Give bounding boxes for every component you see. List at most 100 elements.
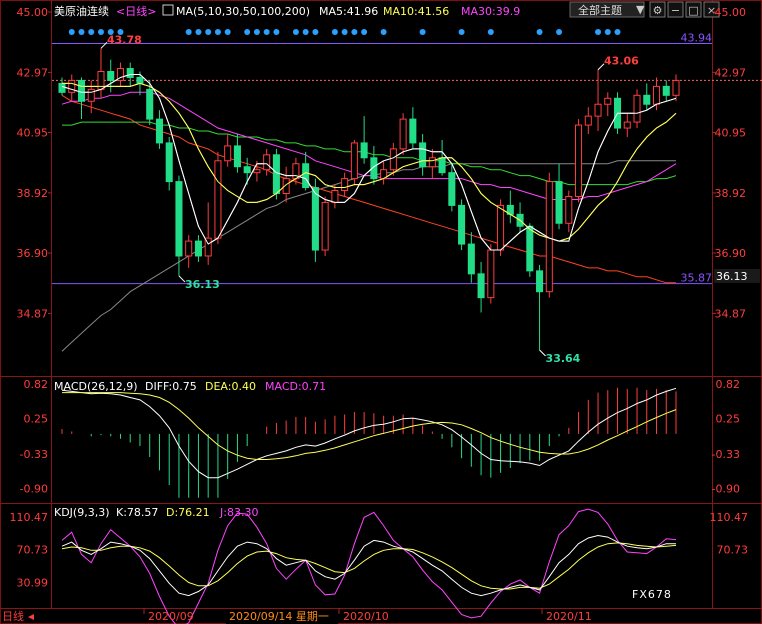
candle-body xyxy=(77,79,86,102)
candle xyxy=(77,77,86,120)
candle-body xyxy=(526,225,534,272)
macd-y-tick-right: -0.33 xyxy=(712,448,740,461)
ma-toggle-box[interactable] xyxy=(162,4,174,16)
candle-body xyxy=(146,88,154,120)
candle xyxy=(331,184,339,209)
event-marker-dot[interactable] xyxy=(536,29,543,35)
ma5-value: MA5:41.96 xyxy=(319,5,378,18)
candle-body xyxy=(399,118,407,150)
candle-body xyxy=(224,145,232,162)
event-marker-dot[interactable] xyxy=(195,29,202,35)
candle xyxy=(662,80,670,102)
event-marker-dot[interactable] xyxy=(205,29,212,35)
ma10-line xyxy=(62,82,677,242)
minimize-button[interactable]: − xyxy=(667,1,684,18)
candle-body xyxy=(652,85,661,105)
kdj-d-line xyxy=(61,542,677,590)
event-marker-dot[interactable] xyxy=(419,29,426,35)
macd-dea-value: DEA:0.40 xyxy=(205,380,256,393)
minimize-icon[interactable]: − xyxy=(671,4,680,17)
kdj-k-value: K:78.57 xyxy=(116,506,158,519)
event-marker-dot[interactable] xyxy=(614,29,621,35)
theme-button-label[interactable]: 全部主题 xyxy=(578,3,622,17)
candle-body xyxy=(272,154,280,194)
event-marker-dot[interactable] xyxy=(273,29,280,35)
event-marker-dot[interactable] xyxy=(78,29,85,35)
candle-body xyxy=(175,181,183,257)
candle xyxy=(233,133,241,173)
event-marker-dot[interactable] xyxy=(458,29,465,35)
candle xyxy=(107,59,115,93)
event-marker-dot[interactable] xyxy=(341,29,348,35)
macd-y-tick-left: 0.25 xyxy=(24,413,49,426)
event-marker-dot[interactable] xyxy=(224,29,231,35)
restore-button[interactable]: □ xyxy=(685,1,702,18)
annotation-label: 33.64 xyxy=(546,352,581,365)
candle xyxy=(467,232,475,283)
ma30-value: MA30:39.9 xyxy=(461,5,520,18)
event-marker-dot[interactable] xyxy=(331,29,338,35)
price-header: 美原油连续 <日线> MA(5,10,30,50,100,200) MA5:41.96… xyxy=(54,4,520,18)
macd-hist-value: MACD:0.71 xyxy=(265,380,326,393)
candle xyxy=(243,157,251,185)
ma5-line xyxy=(61,74,677,251)
candle-body xyxy=(107,71,115,81)
event-marker-dot[interactable] xyxy=(604,29,611,35)
event-marker-dot[interactable] xyxy=(380,29,387,35)
kdj-y-tick-left: 110.47 xyxy=(10,511,49,524)
event-marker-dot[interactable] xyxy=(487,29,494,35)
event-marker-dot[interactable] xyxy=(351,29,358,35)
theme-dropdown-icon[interactable]: ▼ xyxy=(636,3,645,16)
kdj-y-tick-right: 70.73 xyxy=(717,544,749,557)
candle-body xyxy=(341,178,349,192)
restore-icon[interactable]: □ xyxy=(688,4,698,17)
event-marker-dot[interactable] xyxy=(244,29,251,35)
candle-body xyxy=(643,94,651,105)
kdj-y-tick-left: 30.99 xyxy=(17,576,49,589)
event-marker-dot[interactable] xyxy=(253,29,260,35)
event-marker-dot[interactable] xyxy=(214,29,221,35)
kdj-j-line xyxy=(61,508,677,624)
event-marker-dot[interactable] xyxy=(88,29,95,35)
candle-body xyxy=(575,124,583,197)
candle-body xyxy=(477,273,485,299)
macd-y-tick-left: -0.90 xyxy=(20,483,48,496)
event-marker-dot[interactable] xyxy=(312,29,319,35)
candle xyxy=(155,110,163,149)
event-marker-dot[interactable] xyxy=(595,29,602,35)
event-marker-dot[interactable] xyxy=(361,29,368,35)
candle-body xyxy=(467,243,475,275)
event-marker-dot[interactable] xyxy=(185,29,192,35)
watermark-logo: FX678 xyxy=(632,588,672,601)
cursor-date-label: 2020/09/14 星期一 xyxy=(229,610,329,623)
candle-body xyxy=(419,142,427,168)
candle-body xyxy=(536,270,544,293)
current-price-value: 36.13 xyxy=(716,270,748,283)
candle xyxy=(458,199,466,251)
theme-toolbar[interactable]: 全部主题 ▼ xyxy=(569,1,645,18)
settings-button[interactable]: ⚙ xyxy=(649,1,666,18)
candle xyxy=(165,136,173,191)
price-reference-lines: 43.94 35.87 xyxy=(52,32,712,285)
macd-dea-line xyxy=(62,392,677,460)
event-marker-dot[interactable] xyxy=(302,29,309,35)
kdj-j-value: J:83.30 xyxy=(219,506,258,519)
kdj-d-value: D:76.21 xyxy=(166,506,210,519)
event-marker-dot[interactable] xyxy=(68,29,75,35)
macd-y-tick-right: -0.90 xyxy=(712,483,740,496)
scroll-left-icon[interactable] xyxy=(28,614,34,620)
candle xyxy=(565,190,573,233)
symbol-name: 美原油连续 xyxy=(54,4,109,18)
moving-averages-top xyxy=(61,74,677,251)
candle-body xyxy=(555,181,563,224)
candle xyxy=(604,92,612,117)
event-marker-dot[interactable] xyxy=(556,29,563,35)
price-y-axis: 45.00 45.00 42.97 42.97 40.95 40.95 38.92 38.92… xyxy=(17,6,747,320)
candle xyxy=(224,133,232,167)
settings-icon[interactable]: ⚙ xyxy=(653,4,663,17)
event-marker-dot[interactable] xyxy=(97,29,104,35)
event-marker-dot[interactable] xyxy=(263,29,270,35)
current-price-tag: 36.13 xyxy=(714,268,760,283)
candle-body xyxy=(497,204,505,251)
event-marker-dot[interactable] xyxy=(292,29,299,35)
